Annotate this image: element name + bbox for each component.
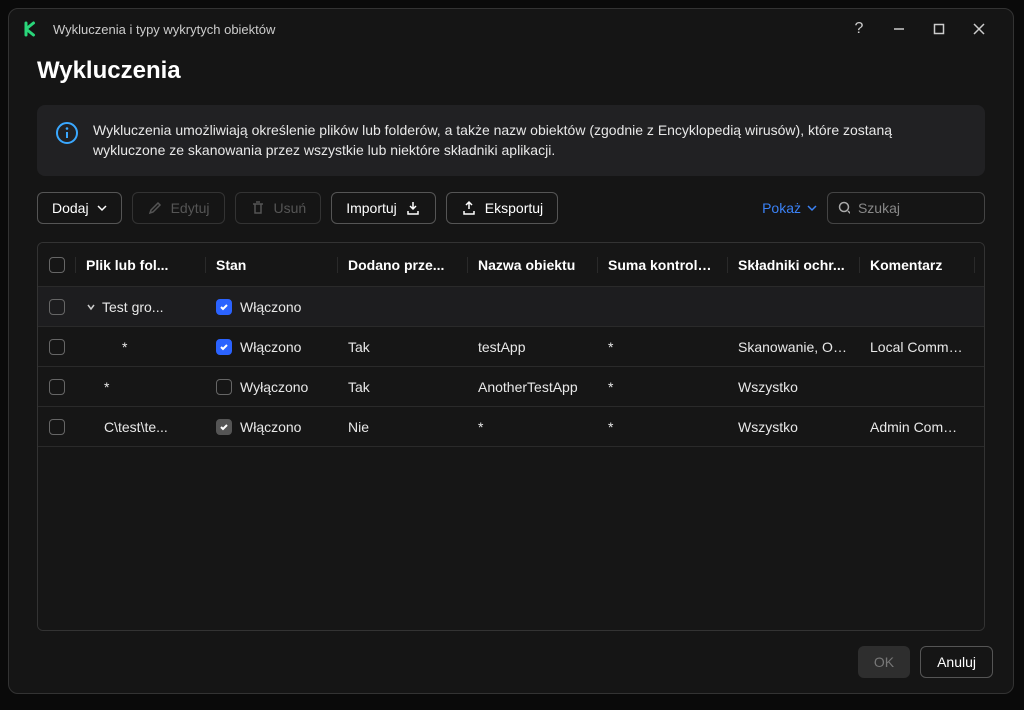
file-cell: * bbox=[104, 379, 109, 395]
window-title: Wykluczenia i typy wykrytych obiektów bbox=[53, 22, 839, 37]
col-status[interactable]: Stan bbox=[206, 257, 338, 273]
info-banner: Wykluczenia umożliwiają określenie plikó… bbox=[37, 105, 985, 176]
col-file[interactable]: Plik lub fol... bbox=[76, 257, 206, 273]
object-cell: AnotherTestApp bbox=[468, 379, 598, 395]
trash-icon bbox=[250, 200, 266, 216]
add-label: Dodaj bbox=[52, 200, 89, 216]
status-checkbox[interactable] bbox=[216, 379, 232, 395]
object-cell: * bbox=[468, 419, 598, 435]
table-row[interactable]: *WyłączonoTakAnotherTestApp*Wszystko bbox=[38, 367, 984, 407]
components-cell: Wszystko bbox=[728, 419, 860, 435]
toolbar: Dodaj Edytuj Usuń Importuj Eksportuj P bbox=[37, 192, 985, 224]
app-logo-icon bbox=[23, 20, 41, 38]
file-cell: * bbox=[122, 339, 127, 355]
row-checkbox[interactable] bbox=[49, 379, 65, 395]
table-row[interactable]: *WłączonoTaktestApp*Skanowanie, Oc...Loc… bbox=[38, 327, 984, 367]
footer: OK Anuluj bbox=[9, 631, 1013, 693]
row-checkbox[interactable] bbox=[49, 419, 65, 435]
edit-label: Edytuj bbox=[171, 200, 210, 216]
close-button[interactable] bbox=[959, 15, 999, 43]
chevron-down-icon bbox=[807, 203, 817, 213]
delete-label: Usuń bbox=[274, 200, 307, 216]
components-cell: Skanowanie, Oc... bbox=[728, 339, 860, 355]
pencil-icon bbox=[147, 200, 163, 216]
col-components[interactable]: Składniki ochr... bbox=[728, 257, 860, 273]
status-checkbox[interactable] bbox=[216, 299, 232, 315]
status-label: Włączono bbox=[240, 339, 301, 355]
delete-button: Usuń bbox=[235, 192, 322, 224]
info-text: Wykluczenia umożliwiają określenie plikó… bbox=[93, 121, 967, 160]
comment-cell: Local Comment bbox=[860, 339, 975, 355]
help-button[interactable]: ? bbox=[839, 15, 879, 43]
components-cell: Wszystko bbox=[728, 379, 860, 395]
chevron-down-icon bbox=[97, 203, 107, 213]
row-checkbox[interactable] bbox=[49, 339, 65, 355]
search-icon bbox=[838, 201, 850, 215]
status-label: Wyłączono bbox=[240, 379, 308, 395]
file-cell: C\test\te... bbox=[104, 419, 168, 435]
cancel-button[interactable]: Anuluj bbox=[920, 646, 993, 678]
object-cell: testApp bbox=[468, 339, 598, 355]
table-header: Plik lub fol... Stan Dodano prze... Nazw… bbox=[38, 243, 984, 287]
page-title: Wykluczenia bbox=[37, 57, 985, 85]
export-button[interactable]: Eksportuj bbox=[446, 192, 558, 224]
search-box[interactable] bbox=[827, 192, 985, 224]
file-cell: Test gro... bbox=[102, 299, 163, 315]
col-object[interactable]: Nazwa obiektu bbox=[468, 257, 598, 273]
hash-cell: * bbox=[598, 379, 728, 395]
added-cell: Nie bbox=[338, 419, 468, 435]
row-checkbox[interactable] bbox=[49, 299, 65, 315]
import-label: Importuj bbox=[346, 200, 397, 216]
added-cell: Tak bbox=[338, 339, 468, 355]
ok-button[interactable]: OK bbox=[858, 646, 910, 678]
add-button[interactable]: Dodaj bbox=[37, 192, 122, 224]
added-cell: Tak bbox=[338, 379, 468, 395]
info-icon bbox=[55, 121, 79, 145]
status-label: Włączono bbox=[240, 299, 301, 315]
titlebar: Wykluczenia i typy wykrytych obiektów ? bbox=[9, 9, 1013, 49]
expand-icon[interactable] bbox=[86, 302, 96, 312]
import-icon bbox=[405, 200, 421, 216]
status-checkbox[interactable] bbox=[216, 419, 232, 435]
col-added[interactable]: Dodano prze... bbox=[338, 257, 468, 273]
show-dropdown[interactable]: Pokaż bbox=[762, 200, 817, 216]
search-input[interactable] bbox=[858, 200, 974, 216]
import-button[interactable]: Importuj bbox=[331, 192, 436, 224]
col-hash[interactable]: Suma kontroln... bbox=[598, 257, 728, 273]
status-label: Włączono bbox=[240, 419, 301, 435]
hash-cell: * bbox=[598, 419, 728, 435]
table-body: Test gro...Włączono*WłączonoTaktestApp*S… bbox=[38, 287, 984, 630]
hash-cell: * bbox=[598, 339, 728, 355]
exclusions-table: Plik lub fol... Stan Dodano prze... Nazw… bbox=[37, 242, 985, 631]
export-icon bbox=[461, 200, 477, 216]
select-all-checkbox[interactable] bbox=[49, 257, 65, 273]
minimize-button[interactable] bbox=[879, 15, 919, 43]
comment-cell: Admin Comment bbox=[860, 419, 975, 435]
table-row[interactable]: C\test\te...WłączonoNie**WszystkoAdmin C… bbox=[38, 407, 984, 447]
col-comment[interactable]: Komentarz bbox=[860, 257, 975, 273]
edit-button: Edytuj bbox=[132, 192, 225, 224]
maximize-button[interactable] bbox=[919, 15, 959, 43]
status-checkbox[interactable] bbox=[216, 339, 232, 355]
table-row[interactable]: Test gro... Włączono bbox=[38, 287, 984, 327]
export-label: Eksportuj bbox=[485, 200, 543, 216]
show-label: Pokaż bbox=[762, 200, 801, 216]
